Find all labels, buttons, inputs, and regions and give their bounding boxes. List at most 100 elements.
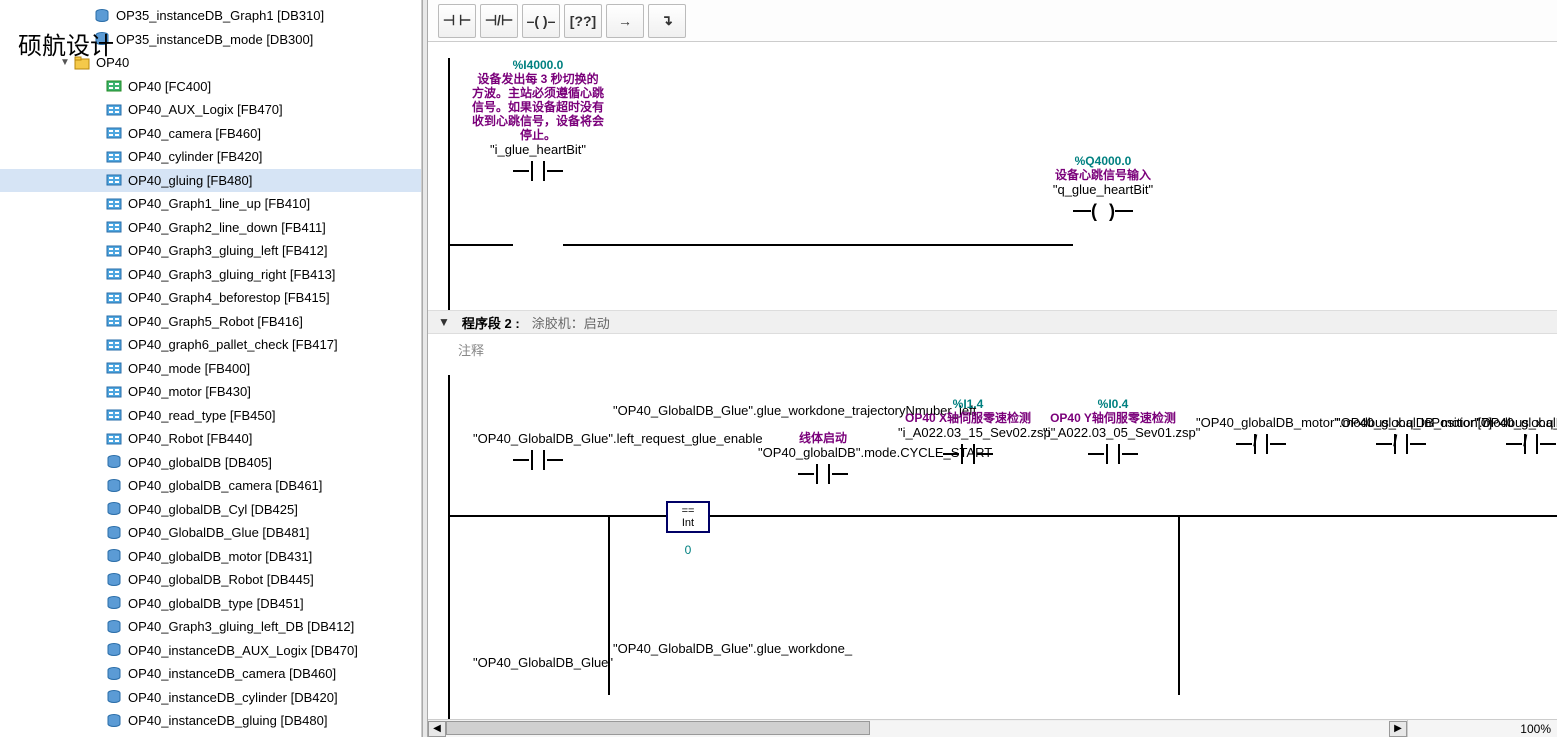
nc-contact-inposition-7[interactable]: "OP40_globalDB_motor".modbus_x.q_InPosit… (1196, 415, 1326, 454)
tree-item[interactable]: OP40_Graph2_line_down [FB411] (0, 216, 421, 240)
tree-item[interactable]: OP40_instanceDB_gluing [DB480] (0, 709, 421, 733)
tree-item-label: OP40_camera [FB460] (128, 126, 261, 141)
power-rail (448, 375, 450, 725)
tree-item-label: OP40_instanceDB_gluing [DB480] (128, 713, 327, 728)
tool-branch-close[interactable]: ↴ (648, 4, 686, 38)
network-2-header[interactable]: ▼ 程序段 2 : 涂胶机：启动 (428, 310, 1557, 334)
contact-x-servo-zsp[interactable]: %I1.4 OP40 X轴伺服零速检测 "i_A022.03_15_Sev02.… (898, 397, 1038, 464)
chevron-down-icon[interactable]: ▼ (438, 315, 450, 329)
fb-icon (106, 337, 122, 353)
fb-icon (106, 266, 122, 282)
horizontal-scrollbar[interactable]: ◀ ▶ (428, 719, 1407, 737)
fc-icon (106, 78, 122, 94)
tree-item-label: OP40_globalDB [DB405] (128, 455, 272, 470)
zoom-indicator[interactable]: 100% (1407, 719, 1557, 737)
db-icon (106, 619, 122, 635)
scroll-right-button[interactable]: ▶ (1389, 721, 1407, 737)
branch-wire (1178, 515, 1180, 695)
tree-item[interactable]: OP40_gluing [FB480] (0, 169, 421, 193)
tree-item[interactable]: OP40_globalDB [DB405] (0, 451, 421, 475)
tree-item-label: OP40_globalDB_camera [DB461] (128, 478, 322, 493)
tree-item[interactable]: OP40_read_type [FB450] (0, 404, 421, 428)
contact-branch-b2[interactable]: "OP40_GlobalDB_Glue".glue_workdone_ (613, 641, 763, 656)
tree-item[interactable]: OP40_globalDB_camera [DB461] (0, 474, 421, 498)
tree-item[interactable]: OP40_Graph5_Robot [FB416] (0, 310, 421, 334)
nc-contact-icon: / (1236, 434, 1286, 454)
tree-item[interactable]: OP40_Graph1_line_up [FB410] (0, 192, 421, 216)
tree-item-label: OP40_instanceDB_camera [DB460] (128, 666, 336, 681)
scroll-track[interactable] (446, 721, 1389, 737)
project-tree-panel[interactable]: 硕航设计 OP35_instanceDB_Graph1 [DB310]OP35_… (0, 0, 422, 737)
tree-item[interactable]: OP40_mode [FB400] (0, 357, 421, 381)
coil-q-glue-heartbit[interactable]: %Q4000.0 设备心跳信号输入 "q_glue_heartBit" () (1018, 154, 1188, 221)
network-2-comment[interactable]: 注释 (428, 334, 1557, 365)
network-2[interactable]: "OP40_GlobalDB_Glue".left_request_glue_e… (448, 375, 1557, 725)
tree-item[interactable]: OP40_Robot [FB440] (0, 427, 421, 451)
tree-item[interactable]: OP40_globalDB_motor [DB431] (0, 545, 421, 569)
nc-contact-icon: / (1376, 434, 1426, 454)
tree-item[interactable]: OP35_instanceDB_mode [DB300] (0, 28, 421, 52)
no-contact-icon (1088, 444, 1138, 464)
tree-item-label: OP35_instanceDB_Graph1 [DB310] (116, 8, 324, 23)
tree-item-label: OP40_mode [FB400] (128, 361, 250, 376)
db-icon (106, 478, 122, 494)
tree-item[interactable]: OP40_cylinder [FB420] (0, 145, 421, 169)
tree-item[interactable]: OP40_instanceDB_camera [DB460] (0, 662, 421, 686)
contact-i-glue-heartbit[interactable]: %I4000.0 设备发出每 3 秒切换的方波。主站必须遵循心跳信号。如果设备超… (468, 58, 608, 181)
contact-cycle-start[interactable]: 线体启动 "OP40_globalDB".mode.CYCLE_START (758, 431, 888, 484)
tree-item[interactable]: OP40_instanceDB_cylinder [DB420] (0, 686, 421, 710)
tool-branch-open[interactable]: → (606, 4, 644, 38)
tree-item[interactable]: OP40_Graph3_gluing_right [FB413] (0, 263, 421, 287)
tree-item[interactable]: OP40 [FC400] (0, 75, 421, 99)
tree-item[interactable]: OP40_Graph3_gluing_left [FB412] (0, 239, 421, 263)
tree-item-label: OP40_cylinder [FB420] (128, 149, 262, 164)
scroll-thumb[interactable] (446, 721, 870, 735)
ladder-canvas[interactable]: %I4000.0 设备发出每 3 秒切换的方波。主站必须遵循心跳信号。如果设备超… (428, 42, 1557, 737)
ladder-editor: ⊣ ⊢ ⊣/⊢ –( )– [??] → ↴ %I4000.0 设备发出每 3 … (428, 0, 1557, 737)
fb-icon (106, 243, 122, 259)
db-icon (106, 595, 122, 611)
tree-item[interactable]: OP40_motor [FB430] (0, 380, 421, 404)
tree-item[interactable]: OP40_camera [FB460] (0, 122, 421, 146)
tree-item[interactable]: ▼OP40 (0, 51, 421, 75)
compare-box[interactable]: ==Int (666, 501, 710, 533)
scroll-left-button[interactable]: ◀ (428, 721, 446, 737)
contact-y-servo-zsp[interactable]: %I0.4 OP40 Y轴伺服零速检测 "i_A022.03_05_Sev01.… (1043, 397, 1183, 464)
contact-branch-b1[interactable]: "OP40_GlobalDB_Glue" (473, 655, 603, 670)
tree-item[interactable]: OP40_globalDB_type [DB451] (0, 592, 421, 616)
network-1[interactable]: %I4000.0 设备发出每 3 秒切换的方波。主站必须遵循心跳信号。如果设备超… (448, 50, 1557, 310)
nc-contact-inposition-5[interactable]: "OP40_globalDB_motor".modbus_x.q_InPosit… (1336, 415, 1466, 454)
tree-item[interactable]: OP40_AUX_Logix [FB470] (0, 98, 421, 122)
tree-item-label: OP40_Graph5_Robot [FB416] (128, 314, 303, 329)
tree-item[interactable]: OP40_GlobalDB_Glue [DB481] (0, 521, 421, 545)
compare-trajectory-number-left[interactable]: "OP40_GlobalDB_Glue".glue_workdone_traje… (613, 403, 763, 418)
fb-icon (106, 219, 122, 235)
tool-coil[interactable]: –( )– (522, 4, 560, 38)
fb-icon (106, 407, 122, 423)
nc-contact-icon: / (1506, 434, 1556, 454)
expander-icon[interactable]: ▼ (58, 56, 72, 70)
wire (563, 244, 1073, 246)
tree-item[interactable]: OP40_Graph3_gluing_left_DB [DB412] (0, 615, 421, 639)
tree-item[interactable]: OP40_globalDB_Cyl [DB425] (0, 498, 421, 522)
tree-item[interactable]: OP40_globalDB_Robot [DB445] (0, 568, 421, 592)
db-icon (106, 454, 122, 470)
tool-box[interactable]: [??] (564, 4, 602, 38)
tree-item[interactable]: OP35_instanceDB_Graph1 [DB310] (0, 4, 421, 28)
tree-item-label: OP40_Graph2_line_down [FB411] (128, 220, 326, 235)
tree-item-label: OP40_globalDB_Robot [DB445] (128, 572, 314, 587)
fb-icon (106, 360, 122, 376)
tree-item-label: OP40_instanceDB_cylinder [DB420] (128, 690, 338, 705)
tree-item-label: OP40_instanceDB_AUX_Logix [DB470] (128, 643, 358, 658)
tool-nc-contact[interactable]: ⊣/⊢ (480, 4, 518, 38)
nc-contact-inposition-truncated[interactable]: "OP40_globalDB_motor".modb_x.q_InPositio… (1476, 415, 1557, 454)
tool-no-contact[interactable]: ⊣ ⊢ (438, 4, 476, 38)
tree-item[interactable]: OP40_graph6_pallet_check [FB417] (0, 333, 421, 357)
tree-item-label: OP40_globalDB_Cyl [DB425] (128, 502, 298, 517)
contact-left-request-glue-enable[interactable]: "OP40_GlobalDB_Glue".left_request_glue_e… (473, 431, 603, 470)
tree-item[interactable]: OP40_instanceDB_AUX_Logix [DB470] (0, 639, 421, 663)
fb-icon (106, 431, 122, 447)
fb-icon (106, 102, 122, 118)
tree-item[interactable]: OP40_Graph4_beforestop [FB415] (0, 286, 421, 310)
db-icon (106, 689, 122, 705)
